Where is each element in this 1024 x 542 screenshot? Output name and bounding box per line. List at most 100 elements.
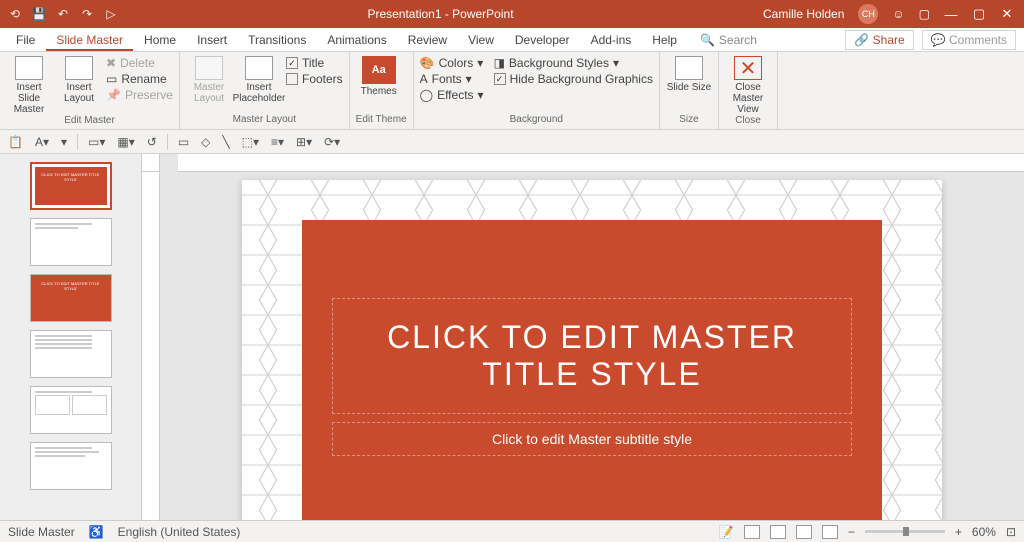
group-size: Slide Size Size (660, 52, 719, 129)
normal-view-button[interactable] (744, 525, 760, 539)
highlight-icon[interactable]: ▾ (59, 135, 69, 149)
align-icon[interactable]: ≡▾ (269, 135, 286, 149)
font-color-icon[interactable]: A▾ (33, 135, 51, 149)
thumbnail-layout-2[interactable]: CLICK TO EDIT MASTER TITLE STYLE (30, 274, 112, 322)
slide-canvas[interactable]: CLICK TO EDIT MASTER TITLE STYLE Click t… (160, 172, 1024, 520)
rename-icon: ▭ (106, 72, 117, 86)
face-icon[interactable]: ☺ (892, 7, 904, 21)
tab-home[interactable]: Home (134, 29, 186, 51)
ribbon-tabs: File Slide Master Home Insert Transition… (0, 28, 1024, 52)
insert-layout-icon (65, 56, 93, 80)
tab-view[interactable]: View (458, 29, 504, 51)
close-master-view-button[interactable]: ✕ Close Master View (725, 54, 771, 115)
minimize-button[interactable]: — (944, 7, 958, 22)
tab-help[interactable]: Help (642, 29, 687, 51)
group-label-size: Size (666, 114, 712, 127)
insert-placeholder-button[interactable]: Insert Placeholder (236, 54, 282, 104)
tab-animations[interactable]: Animations (317, 29, 396, 51)
thumbnail-layout-3[interactable] (30, 330, 112, 378)
group-icon[interactable]: ⊞▾ (294, 135, 314, 149)
autosave-icon[interactable]: ⟲ (8, 7, 22, 21)
insert-placeholder-icon (245, 56, 273, 80)
fonts-button[interactable]: AFonts ▾ (420, 72, 484, 86)
tab-insert[interactable]: Insert (187, 29, 237, 51)
slide-master[interactable]: CLICK TO EDIT MASTER TITLE STYLE Click t… (242, 180, 942, 520)
background-styles-button[interactable]: ◨Background Styles ▾ (494, 56, 653, 70)
arrange-icon[interactable]: ⬚▾ (240, 135, 261, 149)
themes-button[interactable]: Aa Themes (356, 54, 402, 97)
line-icon[interactable]: ╲ (220, 135, 231, 149)
bg-styles-icon: ◨ (494, 56, 505, 70)
share-button[interactable]: 🔗 Share (845, 30, 913, 50)
text-box-icon[interactable]: ▭ (176, 135, 191, 149)
group-background: 🎨Colors ▾ AFonts ▾ ◯Effects ▾ ◨Backgroun… (414, 52, 660, 129)
slideshow-button[interactable] (822, 525, 838, 539)
zoom-in-button[interactable]: + (955, 525, 962, 539)
insert-layout-button[interactable]: Insert Layout (56, 54, 102, 104)
layout-icon[interactable]: ▦▾ (115, 135, 136, 149)
thumbnail-layout-4[interactable] (30, 386, 112, 434)
title-placeholder[interactable]: CLICK TO EDIT MASTER TITLE STYLE (332, 298, 852, 414)
subtitle-placeholder[interactable]: Click to edit Master subtitle style (332, 422, 852, 456)
preserve-icon: 📌 (106, 88, 121, 102)
zoom-out-button[interactable]: − (848, 525, 855, 539)
tab-file[interactable]: File (6, 29, 45, 51)
user-name[interactable]: Camille Holden (763, 7, 844, 21)
slide-sorter-button[interactable] (770, 525, 786, 539)
thumbnail-layout-1[interactable] (30, 218, 112, 266)
reading-view-button[interactable] (796, 525, 812, 539)
slide-size-icon (675, 56, 703, 80)
group-label-master-layout: Master Layout (186, 114, 343, 127)
status-language[interactable]: English (United States) (118, 525, 241, 539)
hide-bg-checkbox[interactable]: ✓Hide Background Graphics (494, 72, 653, 86)
accessibility-icon[interactable]: ♿ (89, 525, 104, 539)
ribbon-display-icon[interactable]: ▢ (919, 7, 930, 21)
zoom-slider[interactable] (865, 530, 945, 533)
colors-button[interactable]: 🎨Colors ▾ (420, 56, 484, 70)
insert-slide-master-button[interactable]: Insert Slide Master (6, 54, 52, 115)
tab-slide-master[interactable]: Slide Master (46, 29, 133, 51)
notes-button[interactable]: 📝 (719, 525, 734, 539)
save-icon[interactable]: 💾 (32, 7, 46, 21)
tab-review[interactable]: Review (398, 29, 457, 51)
tab-developer[interactable]: Developer (505, 29, 580, 51)
maximize-button[interactable]: ▢ (972, 6, 986, 22)
fit-to-window-button[interactable]: ⊡ (1006, 525, 1016, 539)
start-from-beginning-icon[interactable]: ▷ (104, 7, 118, 21)
redo-icon[interactable]: ↷ (80, 7, 94, 21)
colors-icon: 🎨 (420, 56, 435, 70)
master-layout-button: Master Layout (186, 54, 232, 104)
shapes-icon[interactable]: ◇ (199, 135, 212, 149)
undo-icon[interactable]: ↶ (56, 7, 70, 21)
footers-checkbox[interactable]: Footers (286, 72, 343, 86)
group-edit-theme: Aa Themes Edit Theme (350, 52, 414, 129)
group-label-edit-master: Edit Master (6, 115, 173, 128)
title-checkbox[interactable]: ✓Title (286, 56, 343, 70)
reset-icon[interactable]: ↺ (145, 135, 159, 149)
zoom-level[interactable]: 60% (972, 525, 996, 539)
insert-slide-master-icon (15, 56, 43, 80)
master-layout-icon (195, 56, 223, 80)
tab-transitions[interactable]: Transitions (238, 29, 316, 51)
rename-button[interactable]: ▭Rename (106, 72, 173, 86)
slide-thumbnails-pane[interactable]: CLICK TO EDIT MASTER TITLE STYLE CLICK T… (0, 154, 142, 520)
title-bar: ⟲ 💾 ↶ ↷ ▷ Presentation1 - PowerPoint Cam… (0, 0, 1024, 28)
search-box[interactable]: 🔍 Search (700, 29, 757, 51)
quick-access-toolbar: ⟲ 💾 ↶ ↷ ▷ (0, 7, 118, 21)
thumbnail-master[interactable]: CLICK TO EDIT MASTER TITLE STYLE (30, 162, 112, 210)
user-avatar[interactable]: CH (858, 4, 878, 24)
close-window-button[interactable]: ✕ (1000, 6, 1014, 22)
search-icon: 🔍 (700, 33, 715, 47)
effects-button[interactable]: ◯Effects ▾ (420, 88, 484, 102)
new-slide-icon[interactable]: ▭▾ (86, 135, 107, 149)
fonts-icon: A (420, 72, 428, 86)
comments-button[interactable]: 💬 Comments (922, 30, 1016, 50)
window-title: Presentation1 - PowerPoint (118, 7, 763, 21)
vertical-ruler (142, 172, 160, 520)
slide-size-button[interactable]: Slide Size (666, 54, 712, 93)
paste-icon[interactable]: 📋 (6, 135, 25, 149)
tab-addins[interactable]: Add-ins (581, 29, 642, 51)
status-bar: Slide Master ♿ English (United States) 📝… (0, 520, 1024, 542)
rotate-icon[interactable]: ⟳▾ (322, 135, 342, 149)
thumbnail-layout-5[interactable] (30, 442, 112, 490)
